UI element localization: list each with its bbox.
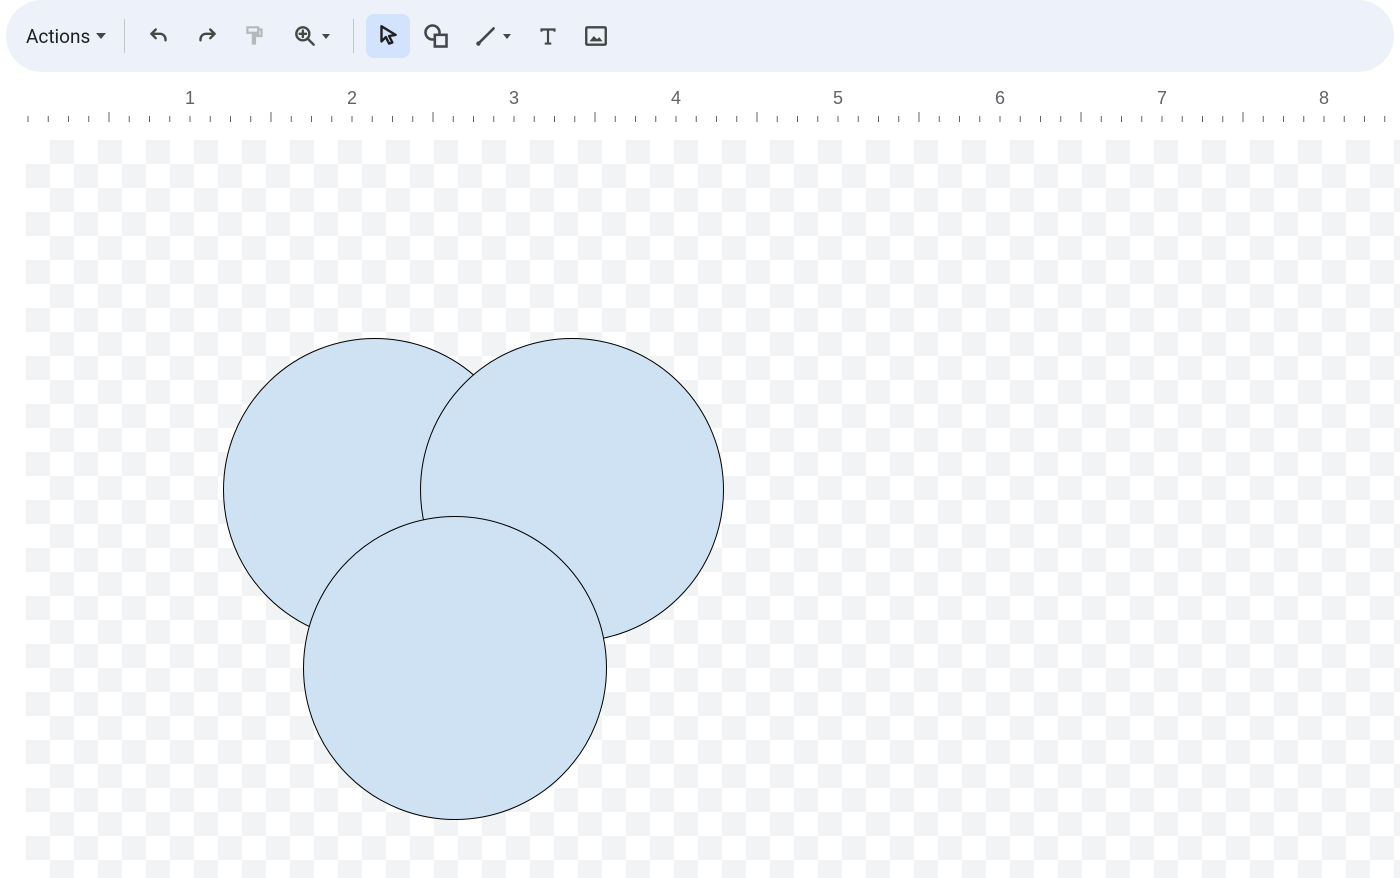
select-tool-button[interactable] <box>366 14 410 58</box>
cursor-icon <box>375 23 401 49</box>
paint-format-button[interactable] <box>233 14 277 58</box>
shape-ellipse[interactable] <box>303 516 607 820</box>
ruler-label: 4 <box>671 88 681 108</box>
actions-label: Actions <box>26 25 90 48</box>
ruler-label: 5 <box>833 88 843 108</box>
toolbar-separator <box>124 19 125 53</box>
line-icon <box>473 23 499 49</box>
undo-icon <box>146 23 172 49</box>
caret-down-icon <box>503 34 511 39</box>
image-icon <box>583 23 609 49</box>
undo-button[interactable] <box>137 14 181 58</box>
shape-icon <box>422 22 450 50</box>
redo-icon <box>194 23 220 49</box>
ruler-graphic: 1 2 3 4 5 6 7 8 <box>0 80 1400 126</box>
toolbar-separator <box>353 19 354 53</box>
actions-menu[interactable]: Actions <box>20 14 112 58</box>
zoom-icon <box>292 23 318 49</box>
ruler-label: 7 <box>1157 88 1167 108</box>
paint-format-icon <box>242 23 268 49</box>
ruler-label: 3 <box>509 88 519 108</box>
shape-tool-button[interactable] <box>414 14 458 58</box>
horizontal-ruler: 1 2 3 4 5 6 7 8 <box>0 80 1400 126</box>
ruler-label: 8 <box>1319 88 1329 108</box>
ruler-label: 6 <box>995 88 1005 108</box>
redo-button[interactable] <box>185 14 229 58</box>
toolbar: Actions <box>6 0 1394 72</box>
drawing-canvas[interactable] <box>0 126 1400 878</box>
zoom-button[interactable] <box>281 14 341 58</box>
text-icon <box>535 23 561 49</box>
insert-image-button[interactable] <box>574 14 618 58</box>
ruler-label: 2 <box>347 88 357 108</box>
text-box-button[interactable] <box>526 14 570 58</box>
line-tool-button[interactable] <box>462 14 522 58</box>
caret-down-icon <box>322 34 330 39</box>
ruler-label: 1 <box>185 88 195 108</box>
caret-down-icon <box>96 33 106 39</box>
